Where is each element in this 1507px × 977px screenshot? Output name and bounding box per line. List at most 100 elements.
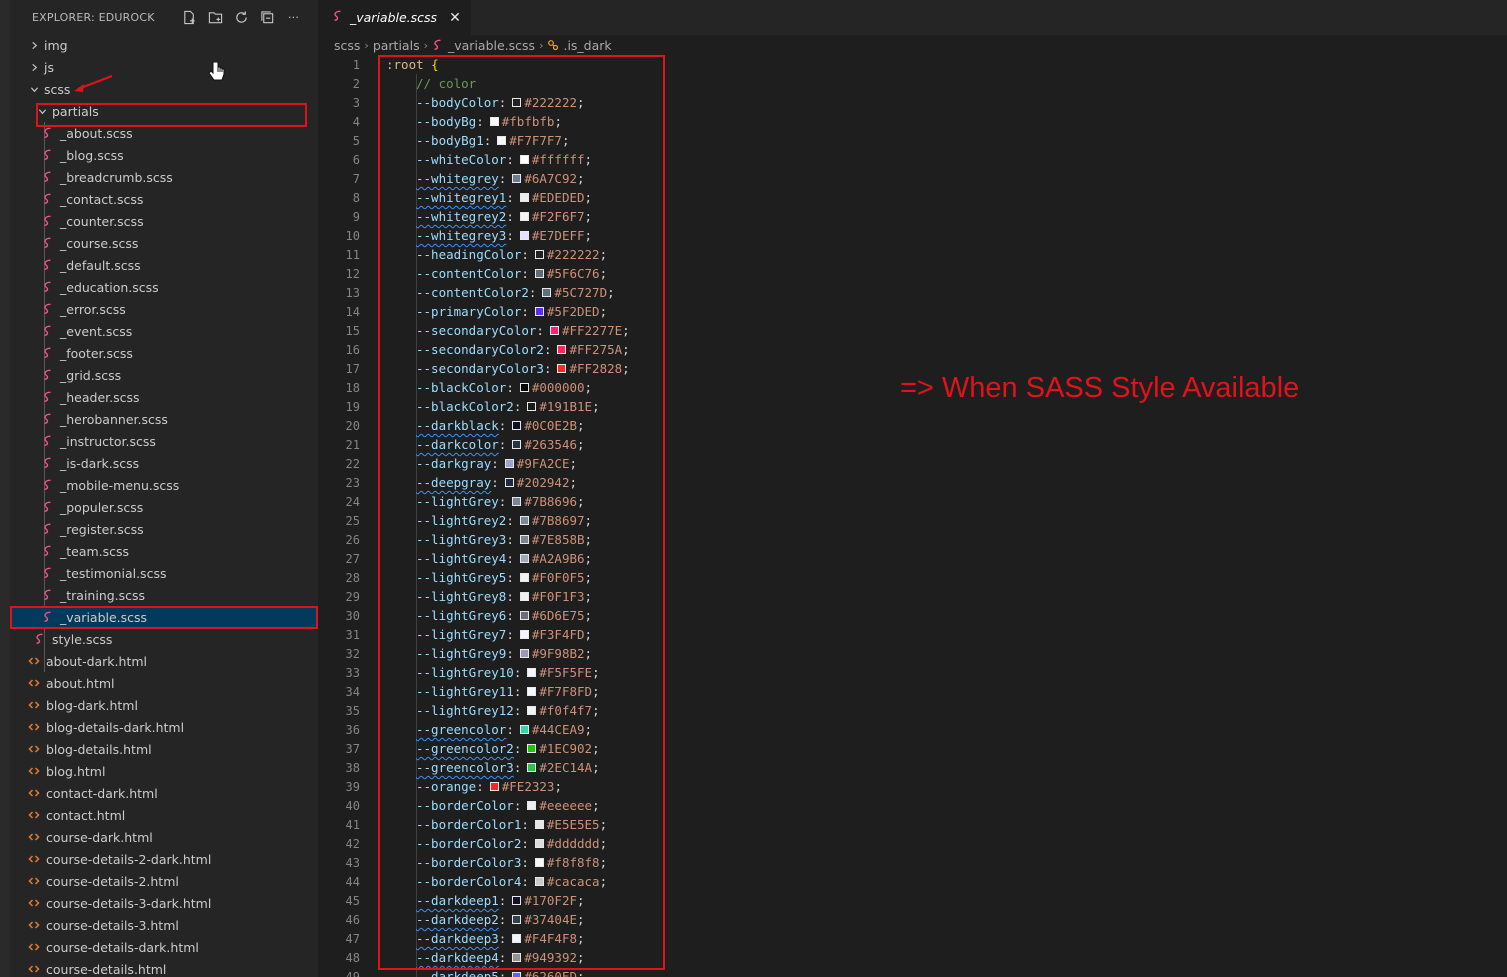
color-swatch[interactable] bbox=[519, 516, 529, 525]
file-row[interactable]: blog-details-dark.html bbox=[10, 716, 318, 738]
color-swatch[interactable] bbox=[519, 725, 529, 734]
color-swatch[interactable] bbox=[527, 402, 537, 411]
file-row[interactable]: about.html bbox=[10, 672, 318, 694]
code-area[interactable]: 1:root {2// color 3 --bodyColor: #222222; 4-… bbox=[318, 55, 1507, 977]
color-swatch[interactable] bbox=[512, 896, 522, 905]
color-swatch[interactable] bbox=[519, 231, 529, 240]
file-row[interactable]: _instructor.scss bbox=[10, 430, 318, 452]
color-swatch[interactable] bbox=[519, 592, 529, 601]
file-row[interactable]: course-details-2-dark.html bbox=[10, 848, 318, 870]
file-row[interactable]: course-details-3.html bbox=[10, 914, 318, 936]
color-swatch[interactable] bbox=[519, 193, 529, 202]
color-swatch[interactable] bbox=[512, 98, 522, 107]
file-row[interactable]: course-details-3-dark.html bbox=[10, 892, 318, 914]
color-swatch[interactable] bbox=[504, 459, 514, 468]
file-row[interactable]: course-details-2.html bbox=[10, 870, 318, 892]
color-swatch[interactable] bbox=[534, 307, 544, 316]
color-swatch[interactable] bbox=[527, 668, 537, 677]
breadcrumb-file[interactable]: _variable.scss bbox=[448, 38, 535, 53]
color-swatch[interactable] bbox=[527, 801, 537, 810]
file-row[interactable]: _contact.scss bbox=[10, 188, 318, 210]
folder-row[interactable]: partials bbox=[10, 100, 318, 122]
color-swatch[interactable] bbox=[534, 839, 544, 848]
chevron-down-icon[interactable] bbox=[36, 107, 48, 116]
breadcrumb-scss[interactable]: scss bbox=[334, 38, 360, 53]
color-swatch[interactable] bbox=[512, 421, 522, 430]
breadcrumb-partials[interactable]: partials bbox=[373, 38, 420, 53]
color-swatch[interactable] bbox=[527, 706, 537, 715]
color-swatch[interactable] bbox=[534, 858, 544, 867]
file-row[interactable]: _footer.scss bbox=[10, 342, 318, 364]
color-swatch[interactable] bbox=[519, 212, 529, 221]
file-row[interactable]: course-details-dark.html bbox=[10, 936, 318, 958]
file-row[interactable]: _variable.scss bbox=[10, 606, 318, 628]
color-swatch[interactable] bbox=[497, 136, 507, 145]
color-swatch[interactable] bbox=[549, 326, 559, 335]
file-row[interactable]: contact.html bbox=[10, 804, 318, 826]
more-icon[interactable]: ··· bbox=[285, 9, 302, 26]
folder-row[interactable]: scss bbox=[10, 78, 318, 100]
color-swatch[interactable] bbox=[512, 497, 522, 506]
file-row[interactable]: _counter.scss bbox=[10, 210, 318, 232]
file-row[interactable]: course-details.html bbox=[10, 958, 318, 977]
tab-variable-scss[interactable]: _variable.scss ✕ bbox=[318, 0, 471, 35]
file-row[interactable]: _testimonial.scss bbox=[10, 562, 318, 584]
file-row[interactable]: _blog.scss bbox=[10, 144, 318, 166]
color-swatch[interactable] bbox=[512, 440, 522, 449]
chevron-right-icon[interactable] bbox=[28, 63, 40, 72]
color-swatch[interactable] bbox=[519, 155, 529, 164]
color-swatch[interactable] bbox=[504, 478, 514, 487]
file-row[interactable]: _course.scss bbox=[10, 232, 318, 254]
file-row[interactable]: blog-dark.html bbox=[10, 694, 318, 716]
file-row[interactable]: course-dark.html bbox=[10, 826, 318, 848]
color-swatch[interactable] bbox=[557, 345, 567, 354]
file-row[interactable]: _team.scss bbox=[10, 540, 318, 562]
file-row[interactable]: blog.html bbox=[10, 760, 318, 782]
folder-row[interactable]: js bbox=[10, 56, 318, 78]
file-row[interactable]: _populer.scss bbox=[10, 496, 318, 518]
color-swatch[interactable] bbox=[557, 364, 567, 373]
file-row[interactable]: _register.scss bbox=[10, 518, 318, 540]
file-row[interactable]: _event.scss bbox=[10, 320, 318, 342]
color-swatch[interactable] bbox=[519, 535, 529, 544]
file-row[interactable]: style.scss bbox=[10, 628, 318, 650]
close-tab-icon[interactable]: ✕ bbox=[449, 10, 461, 26]
refresh-icon[interactable] bbox=[233, 9, 250, 26]
file-row[interactable]: blog-details.html bbox=[10, 738, 318, 760]
new-file-icon[interactable] bbox=[181, 9, 198, 26]
new-folder-icon[interactable] bbox=[207, 9, 224, 26]
color-swatch[interactable] bbox=[542, 288, 552, 297]
file-row[interactable]: _error.scss bbox=[10, 298, 318, 320]
color-swatch[interactable] bbox=[489, 117, 499, 126]
file-row[interactable]: contact-dark.html bbox=[10, 782, 318, 804]
color-swatch[interactable] bbox=[519, 383, 529, 392]
color-swatch[interactable] bbox=[527, 763, 537, 772]
color-swatch[interactable] bbox=[534, 820, 544, 829]
color-swatch[interactable] bbox=[527, 687, 537, 696]
file-row[interactable]: _default.scss bbox=[10, 254, 318, 276]
color-swatch[interactable] bbox=[527, 744, 537, 753]
collapse-all-icon[interactable] bbox=[259, 9, 276, 26]
chevron-right-icon[interactable] bbox=[28, 41, 40, 50]
file-row[interactable]: _herobanner.scss bbox=[10, 408, 318, 430]
color-swatch[interactable] bbox=[512, 915, 522, 924]
file-row[interactable]: _header.scss bbox=[10, 386, 318, 408]
color-swatch[interactable] bbox=[534, 250, 544, 259]
file-row[interactable]: _mobile-menu.scss bbox=[10, 474, 318, 496]
file-row[interactable]: _breadcrumb.scss bbox=[10, 166, 318, 188]
color-swatch[interactable] bbox=[489, 782, 499, 791]
color-swatch[interactable] bbox=[519, 611, 529, 620]
color-swatch[interactable] bbox=[519, 554, 529, 563]
file-row[interactable]: _is-dark.scss bbox=[10, 452, 318, 474]
file-row[interactable]: _education.scss bbox=[10, 276, 318, 298]
color-swatch[interactable] bbox=[512, 934, 522, 943]
chevron-down-icon[interactable] bbox=[28, 85, 40, 94]
breadcrumb-symbol[interactable]: .is_dark bbox=[563, 38, 611, 53]
color-swatch[interactable] bbox=[519, 630, 529, 639]
file-row[interactable]: _training.scss bbox=[10, 584, 318, 606]
color-swatch[interactable] bbox=[519, 649, 529, 658]
color-swatch[interactable] bbox=[512, 972, 522, 977]
file-row[interactable]: about-dark.html bbox=[10, 650, 318, 672]
color-swatch[interactable] bbox=[512, 174, 522, 183]
file-row[interactable]: _grid.scss bbox=[10, 364, 318, 386]
